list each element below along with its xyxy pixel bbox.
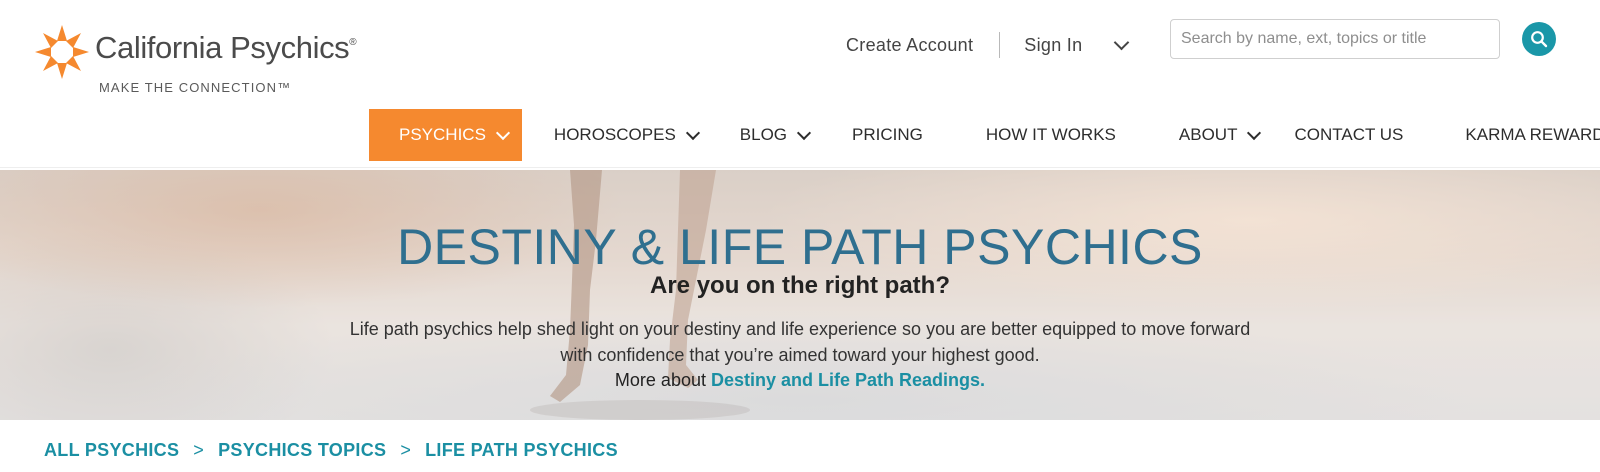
sun-logo-icon bbox=[35, 25, 89, 79]
nav-item-label: BLOG bbox=[739, 125, 788, 144]
breadcrumb-psychics-topics[interactable]: PSYCHICS TOPICS bbox=[218, 440, 386, 461]
sign-in-link[interactable]: Sign In bbox=[1024, 35, 1082, 56]
hero-banner: DESTINY & LIFE PATH PSYCHICS Are you on … bbox=[0, 170, 1600, 420]
nav-item-about[interactable]: ABOUT bbox=[1178, 109, 1262, 161]
hero-content: DESTINY & LIFE PATH PSYCHICS Are you on … bbox=[0, 170, 1600, 420]
chevron-down-icon bbox=[495, 125, 510, 140]
account-divider bbox=[999, 32, 1001, 58]
nav-item-pricing[interactable]: PRICING bbox=[852, 109, 923, 161]
hero-subtitle: Are you on the right path? bbox=[650, 272, 950, 299]
hero-description: Life path psychics help shed light on yo… bbox=[349, 319, 1251, 365]
chevron-down-icon bbox=[1247, 125, 1262, 140]
nav-item-horoscopes[interactable]: HOROSCOPES bbox=[553, 109, 700, 161]
breadcrumb: ALL PSYCHICS > PSYCHICS TOPICS > LIFE PA… bbox=[44, 440, 618, 461]
breadcrumb-separator: > bbox=[193, 440, 205, 460]
nav-item-how-it-works[interactable]: HOW IT WORKS bbox=[986, 109, 1116, 161]
breadcrumb-separator: > bbox=[400, 440, 412, 460]
nav-item-label: CONTACT US bbox=[1294, 125, 1404, 144]
page-title: DESTINY & LIFE PATH PSYCHICS bbox=[397, 219, 1203, 275]
create-account-link[interactable]: Create Account bbox=[846, 35, 973, 56]
chevron-down-icon bbox=[796, 125, 812, 140]
brand-name: California Psychics® bbox=[95, 30, 357, 65]
nav-item-label: HOW IT WORKS bbox=[985, 125, 1116, 144]
search-input[interactable] bbox=[1170, 19, 1500, 59]
nav-item-psychics[interactable]: PSYCHICS bbox=[369, 109, 522, 161]
nav-item-label: PRICING bbox=[852, 125, 923, 144]
chevron-down-icon bbox=[685, 125, 700, 140]
destiny-readings-link[interactable]: Destiny and Life Path Readings. bbox=[711, 370, 985, 390]
main-nav: PSYCHICS HOROSCOPES BLOG PRICING HOW IT … bbox=[369, 109, 1600, 161]
chevron-down-icon[interactable] bbox=[1114, 34, 1130, 51]
brand-tagline: MAKE THE CONNECTION™ bbox=[99, 80, 292, 95]
nav-item-label: KARMA REWARDS bbox=[1465, 125, 1600, 144]
nav-item-label: HOROSCOPES bbox=[553, 125, 676, 144]
nav-item-blog[interactable]: BLOG bbox=[739, 109, 812, 161]
account-links: Create Account Sign In bbox=[846, 30, 1130, 60]
hero-more-about: More about Destiny and Life Path Reading… bbox=[0, 370, 1600, 391]
nav-item-contact-us[interactable]: CONTACT US bbox=[1294, 109, 1403, 161]
site-header: California Psychics® MAKE THE CONNECTION… bbox=[0, 0, 1600, 168]
nav-item-label: PSYCHICS bbox=[399, 125, 486, 144]
search-icon bbox=[1531, 31, 1548, 48]
nav-item-label: ABOUT bbox=[1178, 125, 1238, 144]
search-button[interactable] bbox=[1522, 22, 1556, 56]
breadcrumb-all-psychics[interactable]: ALL PSYCHICS bbox=[44, 440, 179, 461]
nav-item-karma-rewards[interactable]: KARMA REWARDS bbox=[1465, 109, 1600, 161]
more-about-prefix: More about bbox=[614, 370, 706, 390]
breadcrumb-life-path-psychics[interactable]: LIFE PATH PSYCHICS bbox=[425, 440, 618, 461]
brand-logo[interactable]: California Psychics® MAKE THE CONNECTION… bbox=[34, 22, 394, 98]
